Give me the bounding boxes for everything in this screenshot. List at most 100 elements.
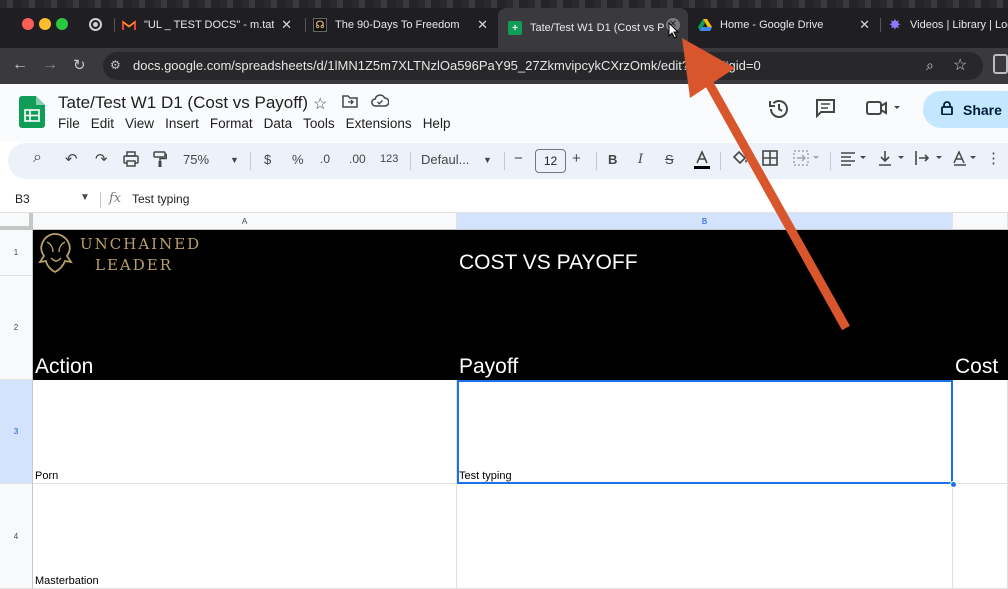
row-header-2[interactable]: 2: [0, 276, 33, 380]
column-header-c[interactable]: [953, 213, 1008, 230]
sheet-title-cell[interactable]: COST VS PAYOFF: [459, 251, 638, 275]
record-icon[interactable]: [89, 18, 102, 31]
tab-close-button[interactable]: ✕: [859, 17, 870, 33]
text-color-icon[interactable]: [692, 150, 712, 173]
more-options-icon[interactable]: ⋮: [986, 149, 1001, 167]
active-cell-selection: [457, 380, 953, 484]
decrease-decimal-button[interactable]: .0: [320, 152, 330, 166]
zoom-select[interactable]: 75%: [183, 152, 209, 167]
tab-close-button[interactable]: ✕: [281, 17, 292, 33]
menu-extensions[interactable]: Extensions: [346, 116, 412, 131]
reload-icon[interactable]: ↻: [73, 56, 86, 74]
cell-c4[interactable]: [953, 484, 1008, 589]
search-menus-icon[interactable]: ⌕: [33, 149, 42, 167]
column-header-a[interactable]: A: [33, 213, 457, 230]
share-button[interactable]: Share: [923, 91, 1008, 128]
menu-format[interactable]: Format: [210, 116, 253, 131]
cell-c2-cost-header[interactable]: Cost: [955, 355, 998, 379]
tab-drive[interactable]: Home - Google Drive ✕: [698, 10, 878, 40]
menu-help[interactable]: Help: [423, 116, 451, 131]
cell-a3[interactable]: Porn: [33, 380, 457, 484]
tab-strip-background: [0, 0, 1008, 8]
course-icon: ☊: [313, 18, 327, 32]
name-box[interactable]: B3: [15, 192, 30, 206]
move-folder-icon[interactable]: [342, 94, 358, 113]
text-wrapping-icon[interactable]: [914, 150, 944, 169]
window-close-button[interactable]: [22, 18, 34, 30]
url-field[interactable]: ⚙ docs.google.com/spreadsheets/d/1lMN1Z5…: [103, 52, 983, 80]
chevron-down-icon[interactable]: ▼: [483, 155, 492, 165]
tab-course[interactable]: ☊ The 90-Days To Freedom ✕: [313, 10, 496, 40]
merge-cells-icon[interactable]: [793, 150, 821, 169]
cell-c3[interactable]: [953, 380, 1008, 484]
tab-close-button[interactable]: ✕: [477, 17, 488, 33]
cell-a2-action-header[interactable]: Action: [35, 355, 93, 379]
menu-file[interactable]: File: [58, 116, 80, 131]
row-header-4[interactable]: 4: [0, 484, 33, 589]
font-size-input[interactable]: 12: [535, 149, 566, 173]
window-zoom-button[interactable]: [56, 18, 68, 30]
window-minimize-button[interactable]: [39, 18, 51, 30]
decrease-font-size-button[interactable]: −: [514, 150, 523, 167]
site-settings-icon[interactable]: ⚙: [110, 58, 124, 72]
lock-icon: [941, 101, 953, 118]
formula-bar: B3 ▼ fx Test typing: [0, 187, 1008, 213]
zoom-icon[interactable]: ⌕: [926, 57, 934, 74]
formula-bar-divider: [100, 192, 101, 208]
vertical-align-icon[interactable]: [878, 150, 906, 169]
menu-view[interactable]: View: [125, 116, 154, 131]
redo-icon[interactable]: ↷: [95, 150, 108, 168]
menu-edit[interactable]: Edit: [91, 116, 114, 131]
cell-a4-text: Masterbation: [35, 575, 99, 587]
horizontal-align-icon[interactable]: [840, 150, 868, 169]
back-arrow-icon[interactable]: ←: [12, 56, 28, 74]
chevron-down-icon[interactable]: ▼: [80, 192, 90, 203]
tab-separator: [880, 18, 881, 32]
menu-data[interactable]: Data: [264, 116, 293, 131]
chevron-down-icon[interactable]: ▼: [230, 155, 239, 165]
bold-button[interactable]: B: [608, 152, 617, 167]
print-icon[interactable]: [123, 151, 139, 170]
extensions-icon[interactable]: [993, 54, 1008, 74]
row-header-1[interactable]: 1: [0, 230, 33, 276]
borders-icon[interactable]: [762, 150, 778, 169]
cell-a4[interactable]: Masterbation: [33, 484, 457, 589]
cloud-status-icon[interactable]: [371, 94, 390, 112]
fill-handle[interactable]: [950, 481, 957, 488]
row-header-3[interactable]: 3: [0, 380, 33, 484]
strikethrough-icon[interactable]: S: [665, 152, 674, 167]
bookmark-star-icon[interactable]: ☆: [953, 55, 967, 75]
menu-insert[interactable]: Insert: [165, 116, 199, 131]
toolbar-divider: [504, 152, 505, 170]
currency-format-button[interactable]: $: [264, 152, 271, 167]
meet-icon[interactable]: [866, 98, 902, 124]
forward-arrow-icon[interactable]: →: [42, 56, 58, 74]
select-all-corner[interactable]: [0, 213, 33, 230]
cell-b2-payoff-header[interactable]: Payoff: [459, 355, 518, 379]
more-formats-button[interactable]: 123: [380, 153, 398, 165]
document-title[interactable]: Tate/Test W1 D1 (Cost vs Payoff): [58, 93, 308, 113]
comments-icon[interactable]: [815, 98, 836, 124]
toolbar-divider: [596, 152, 597, 170]
menu-tools[interactable]: Tools: [303, 116, 335, 131]
tab-sheets-active[interactable]: + Tate/Test W1 D1 (Cost vs Pa ✕: [498, 8, 688, 48]
version-history-icon[interactable]: [768, 98, 790, 126]
undo-icon[interactable]: ↶: [65, 150, 78, 168]
function-icon: fx: [109, 191, 122, 206]
formula-input[interactable]: Test typing: [132, 192, 189, 206]
sheets-logo-icon[interactable]: [19, 96, 45, 128]
column-header-b[interactable]: B: [457, 213, 953, 230]
italic-button[interactable]: I: [638, 152, 643, 167]
font-select[interactable]: Defaul...: [421, 152, 469, 167]
paint-format-icon[interactable]: [153, 151, 168, 171]
increase-decimal-button[interactable]: .00: [349, 152, 366, 166]
tab-gmail[interactable]: "UL _ TEST DOCS" - m.tate ✕: [122, 10, 300, 40]
cell-b4[interactable]: [457, 484, 953, 589]
increase-font-size-button[interactable]: +: [572, 150, 581, 167]
star-icon[interactable]: ☆: [313, 94, 327, 114]
tab-library[interactable]: ✸ Videos | Library | Loo: [888, 10, 1008, 40]
fill-color-icon[interactable]: [731, 149, 749, 170]
text-rotation-icon[interactable]: [952, 150, 982, 169]
percent-format-button[interactable]: %: [292, 152, 304, 167]
cell-a3-text: Porn: [35, 470, 59, 482]
